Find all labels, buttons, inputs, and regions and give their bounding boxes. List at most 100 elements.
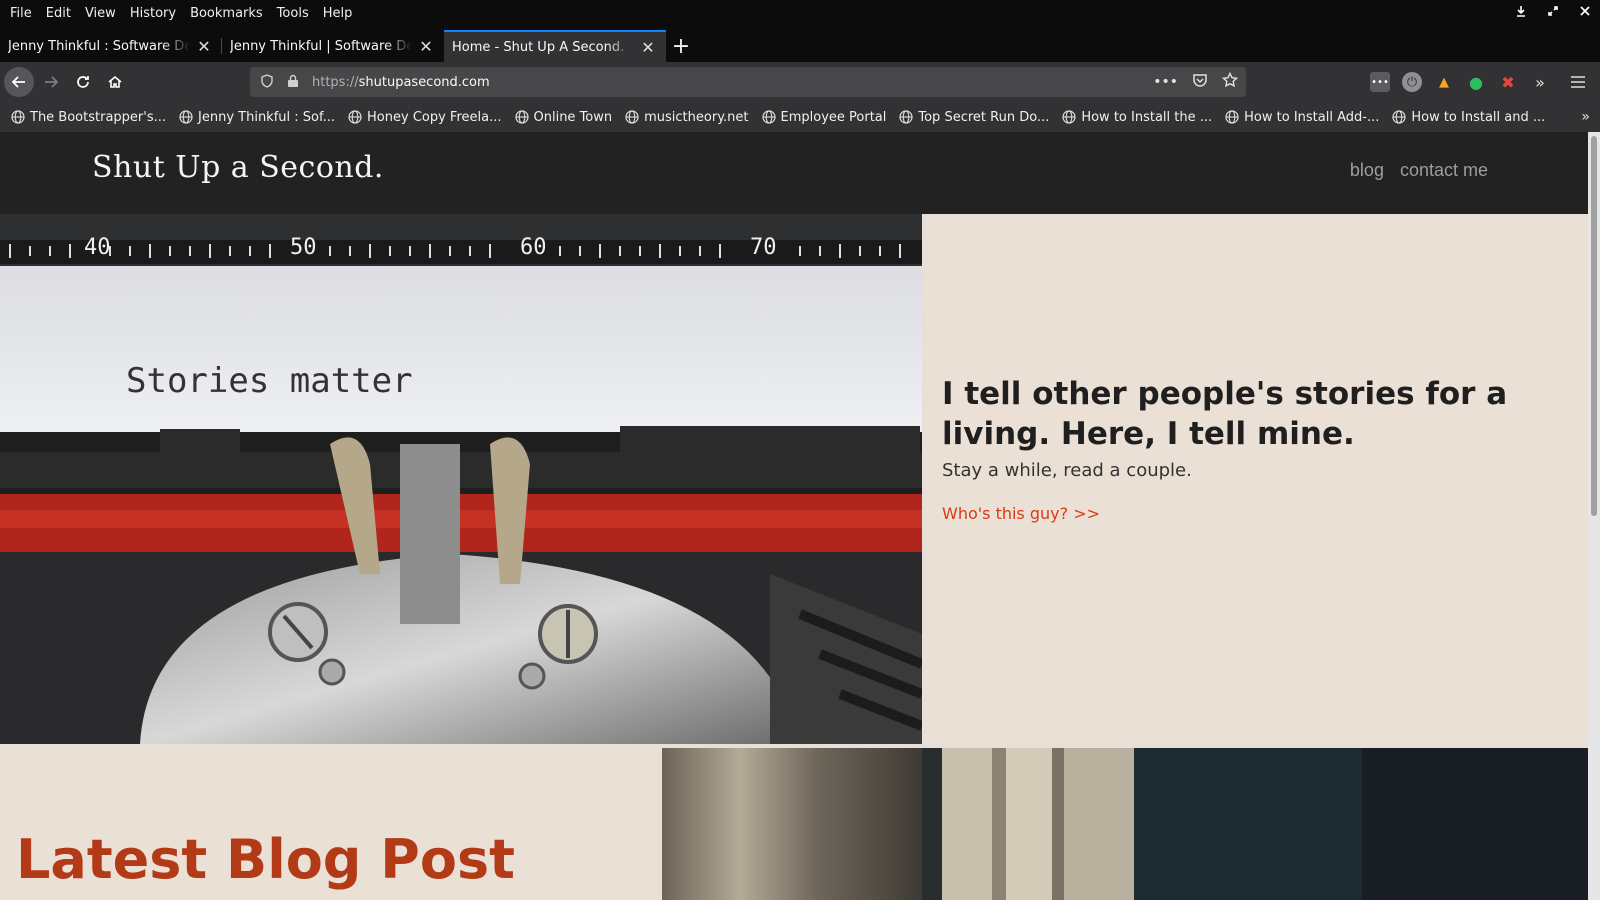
globe-icon (898, 109, 914, 125)
menu-edit[interactable]: Edit (46, 6, 71, 21)
bookmarks-overflow-chevron-icon[interactable]: » (1581, 102, 1590, 132)
page-scrollbar[interactable] (1588, 132, 1600, 900)
lock-icon[interactable] (284, 74, 302, 91)
globe-icon (1061, 109, 1077, 125)
bookmark-item[interactable]: The Bootstrapper's... (10, 109, 166, 125)
site-nav: blog contact me (1350, 160, 1488, 181)
tab-title: Jenny Thinkful | Software Developer (230, 38, 412, 54)
globe-icon (514, 109, 530, 125)
ellipsis-icon[interactable]: ••• (1153, 74, 1178, 90)
site-logo[interactable]: Shut Up a Second. (92, 150, 384, 185)
bookmark-item[interactable]: Jenny Thinkful : Sof... (178, 109, 335, 125)
tab-title: Home - Shut Up A Second. (452, 39, 625, 55)
tab-bar: Jenny Thinkful : Software Developer ✕ Je… (0, 30, 1600, 62)
hamburger-menu-icon[interactable] (1568, 72, 1588, 92)
arrow-left-icon (11, 76, 25, 88)
bookmark-item[interactable]: musictheory.net (624, 109, 749, 125)
bookmark-label: Online Town (533, 109, 613, 125)
home-button[interactable] (100, 67, 130, 97)
tab-title: Jenny Thinkful : Software Developer (8, 38, 190, 54)
close-tab-icon[interactable]: ✕ (196, 37, 212, 56)
bookmark-label: How to Install and ... (1411, 109, 1546, 125)
back-button[interactable] (4, 67, 34, 97)
blog-post-image[interactable] (662, 748, 1588, 900)
bookmark-label: Honey Copy Freela... (367, 109, 502, 125)
menu-bar: File Edit View History Bookmarks Tools H… (0, 0, 1600, 26)
menu-file[interactable]: File (10, 6, 32, 21)
window-controls (1514, 0, 1592, 26)
plus-icon: + (671, 33, 691, 59)
hero-intro-panel: I tell other people's stories for a livi… (926, 214, 1588, 744)
url-bar-actions: ••• (1153, 67, 1239, 97)
bookmark-item[interactable]: Employee Portal (761, 109, 887, 125)
svg-text:50: 50 (290, 235, 317, 260)
hero-typewriter-image: 40 50 60 70 Stories matter (0, 214, 922, 744)
url-text: https://shutupasecond.com (312, 75, 490, 90)
globe-icon (10, 109, 26, 125)
evernote-icon[interactable]: ● (1466, 72, 1486, 92)
nav-link-blog[interactable]: blog (1350, 160, 1384, 181)
shield-icon[interactable] (258, 73, 276, 91)
navigation-bar: https://shutupasecond.com ••• ••• ⏻ ▲ ● … (0, 62, 1600, 102)
bookmark-label: Top Secret Run Do... (918, 109, 1050, 125)
bookmark-label: How to Install Add-... (1244, 109, 1380, 125)
hero-subheading: Stay a while, read a couple. (942, 460, 1192, 481)
tools-icon[interactable]: ✖ (1498, 72, 1518, 92)
overflow-chevron-icon[interactable]: » (1530, 72, 1550, 92)
toolbar-extensions: ••• ⏻ ▲ ● ✖ » (1370, 62, 1600, 102)
bookmark-item[interactable]: How to Install Add-... (1224, 109, 1379, 125)
nav-link-contact[interactable]: contact me (1400, 160, 1488, 181)
home-icon (108, 75, 122, 88)
globe-icon (1391, 109, 1407, 125)
menu-bookmarks[interactable]: Bookmarks (190, 6, 263, 21)
forward-button[interactable] (36, 67, 66, 97)
globe-icon (178, 109, 194, 125)
pocket-icon[interactable] (1192, 72, 1208, 92)
close-tab-icon[interactable]: ✕ (640, 38, 656, 57)
bookmark-label: Employee Portal (780, 109, 887, 125)
close-tab-icon[interactable]: ✕ (418, 37, 434, 56)
bookmark-item[interactable]: Top Secret Run Do... (898, 109, 1049, 125)
hero-heading: I tell other people's stories for a livi… (942, 376, 1508, 452)
latest-blog-panel: Latest Blog Post (0, 748, 658, 900)
latest-blog-title: Latest Blog Post (16, 828, 515, 891)
tab-jenny-thinkful-2[interactable]: Jenny Thinkful | Software Developer ✕ (222, 30, 444, 62)
globe-icon (761, 109, 777, 125)
menu-tools[interactable]: Tools (277, 6, 309, 21)
bookmark-label: musictheory.net (644, 109, 749, 125)
about-link[interactable]: Who's this guy? >> (942, 504, 1100, 523)
password-manager-icon[interactable]: ••• (1370, 72, 1390, 92)
tab-jenny-thinkful-1[interactable]: Jenny Thinkful : Software Developer ✕ (0, 30, 222, 62)
bookmark-item[interactable]: How to Install and ... (1391, 109, 1545, 125)
page-viewport: Shut Up a Second. blog contact me 40 50 … (0, 132, 1600, 900)
close-window-icon[interactable] (1578, 5, 1592, 21)
menu-view[interactable]: View (85, 6, 116, 21)
power-icon[interactable]: ⏻ (1402, 72, 1422, 92)
scrollbar-thumb[interactable] (1591, 136, 1597, 516)
honey-icon[interactable]: ▲ (1434, 72, 1454, 92)
new-tab-button[interactable]: + (666, 30, 696, 62)
downloads-icon[interactable] (1514, 5, 1528, 21)
tab-shut-up-a-second[interactable]: Home - Shut Up A Second. ✕ (444, 30, 666, 62)
bookmark-item[interactable]: Online Town (514, 109, 613, 125)
url-bar[interactable]: https://shutupasecond.com ••• (250, 67, 1246, 97)
bookmarks-bar: The Bootstrapper's... Jenny Thinkful : S… (0, 102, 1600, 132)
star-icon[interactable] (1221, 71, 1239, 92)
globe-icon (1224, 109, 1240, 125)
bookmark-item[interactable]: How to Install the ... (1061, 109, 1212, 125)
bookmark-item[interactable]: Honey Copy Freela... (347, 109, 502, 125)
svg-text:70: 70 (750, 235, 777, 260)
arrow-right-icon (45, 76, 59, 88)
bookmark-label: Jenny Thinkful : Sof... (198, 109, 336, 125)
typed-text: Stories matter (126, 361, 413, 401)
reload-icon (77, 76, 89, 88)
menu-history[interactable]: History (130, 6, 176, 21)
site-header: Shut Up a Second. blog contact me (0, 132, 1588, 214)
menu-help[interactable]: Help (323, 6, 353, 21)
globe-icon (624, 109, 640, 125)
bookmark-label: The Bootstrapper's... (30, 109, 167, 125)
restore-window-icon[interactable] (1546, 5, 1560, 21)
url-protocol: https:// (312, 74, 359, 90)
reload-button[interactable] (68, 67, 98, 97)
globe-icon (347, 109, 363, 125)
